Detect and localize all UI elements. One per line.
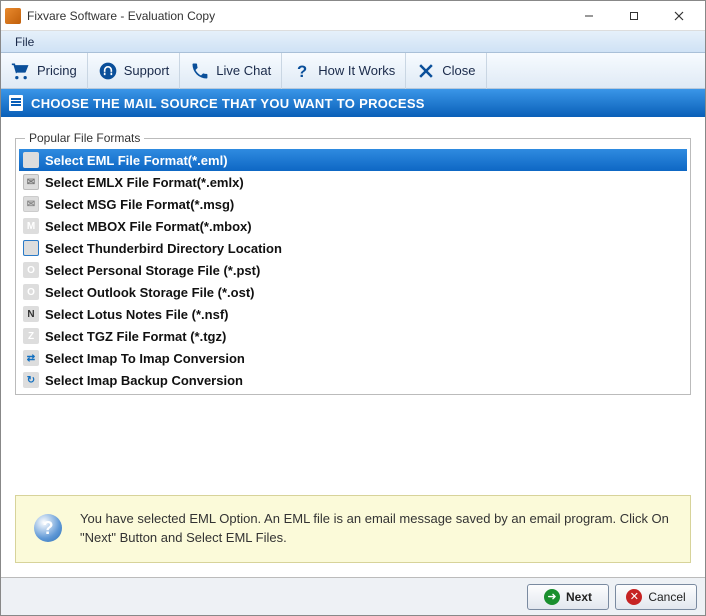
content-area: Popular File Formats Select EML File For… [1, 117, 705, 577]
format-list: Select EML File Format(*.eml) Select EMLX… [19, 149, 687, 391]
phone-icon [190, 61, 210, 81]
mbox-icon [23, 218, 39, 234]
question-icon: ? [292, 61, 312, 81]
cancel-label: Cancel [648, 590, 685, 604]
format-item-nsf[interactable]: Select Lotus Notes File (*.nsf) [19, 303, 687, 325]
section-header-text: CHOOSE THE MAIL SOURCE THAT YOU WANT TO … [31, 96, 425, 111]
format-item-pst[interactable]: Select Personal Storage File (*.pst) [19, 259, 687, 281]
format-item-label: Select MSG File Format(*.msg) [45, 197, 234, 212]
formats-fieldset: Popular File Formats Select EML File For… [15, 131, 691, 395]
howitworks-label: How It Works [318, 63, 395, 78]
window-controls [566, 2, 701, 30]
toolbar: Pricing Support Live Chat ? How It Works… [1, 53, 705, 89]
emlx-icon [23, 174, 39, 190]
pst-icon [23, 262, 39, 278]
headset-icon [98, 61, 118, 81]
msg-icon [23, 196, 39, 212]
titlebar: Fixvare Software - Evaluation Copy [1, 1, 705, 31]
support-button[interactable]: Support [88, 53, 181, 89]
format-item-label: Select Lotus Notes File (*.nsf) [45, 307, 228, 322]
livechat-button[interactable]: Live Chat [180, 53, 282, 89]
cancel-button[interactable]: ✕ Cancel [615, 584, 697, 610]
format-item-mbox[interactable]: Select MBOX File Format(*.mbox) [19, 215, 687, 237]
ost-icon [23, 284, 39, 300]
window-title: Fixvare Software - Evaluation Copy [27, 9, 566, 23]
next-button[interactable]: ➜ Next [527, 584, 609, 610]
menu-file[interactable]: File [7, 33, 42, 51]
info-question-icon: ? [34, 514, 62, 542]
minimize-button[interactable] [566, 2, 611, 30]
livechat-label: Live Chat [216, 63, 271, 78]
next-arrow-icon: ➜ [544, 589, 560, 605]
maximize-button[interactable] [611, 2, 656, 30]
footer: ➜ Next ✕ Cancel [1, 577, 705, 615]
format-item-label: Select Thunderbird Directory Location [45, 241, 282, 256]
tgz-icon [23, 328, 39, 344]
format-item-label: Select EMLX File Format(*.emlx) [45, 175, 244, 190]
format-item-label: Select MBOX File Format(*.mbox) [45, 219, 252, 234]
format-item-label: Select EML File Format(*.eml) [45, 153, 228, 168]
section-header: CHOOSE THE MAIL SOURCE THAT YOU WANT TO … [1, 89, 705, 117]
svg-text:?: ? [297, 61, 307, 80]
format-item-bak[interactable]: Select Imap Backup Conversion [19, 369, 687, 391]
format-item-emlx[interactable]: Select EMLX File Format(*.emlx) [19, 171, 687, 193]
format-item-label: Select Imap Backup Conversion [45, 373, 243, 388]
format-item-msg[interactable]: Select MSG File Format(*.msg) [19, 193, 687, 215]
cancel-x-icon: ✕ [626, 589, 642, 605]
close-label: Close [442, 63, 475, 78]
tb-icon [23, 240, 39, 256]
info-message: You have selected EML Option. An EML fil… [80, 510, 672, 548]
x-icon [416, 61, 436, 81]
cart-icon [11, 61, 31, 81]
format-item-eml[interactable]: Select EML File Format(*.eml) [19, 149, 687, 171]
support-label: Support [124, 63, 170, 78]
nsf-icon [23, 306, 39, 322]
format-item-tb[interactable]: Select Thunderbird Directory Location [19, 237, 687, 259]
format-item-label: Select Personal Storage File (*.pst) [45, 263, 260, 278]
close-window-button[interactable] [656, 2, 701, 30]
document-icon [9, 95, 23, 111]
pricing-label: Pricing [37, 63, 77, 78]
eml-icon [23, 152, 39, 168]
info-panel: ? You have selected EML Option. An EML f… [15, 495, 691, 563]
close-button[interactable]: Close [406, 53, 486, 89]
app-icon [5, 8, 21, 24]
format-item-imap[interactable]: Select Imap To Imap Conversion [19, 347, 687, 369]
imap-icon [23, 350, 39, 366]
format-item-label: Select TGZ File Format (*.tgz) [45, 329, 226, 344]
howitworks-button[interactable]: ? How It Works [282, 53, 406, 89]
format-item-label: Select Imap To Imap Conversion [45, 351, 245, 366]
pricing-button[interactable]: Pricing [1, 53, 88, 89]
formats-legend: Popular File Formats [25, 131, 144, 145]
menubar: File [1, 31, 705, 53]
next-label: Next [566, 590, 592, 604]
format-item-label: Select Outlook Storage File (*.ost) [45, 285, 254, 300]
bak-icon [23, 372, 39, 388]
format-item-ost[interactable]: Select Outlook Storage File (*.ost) [19, 281, 687, 303]
format-item-tgz[interactable]: Select TGZ File Format (*.tgz) [19, 325, 687, 347]
